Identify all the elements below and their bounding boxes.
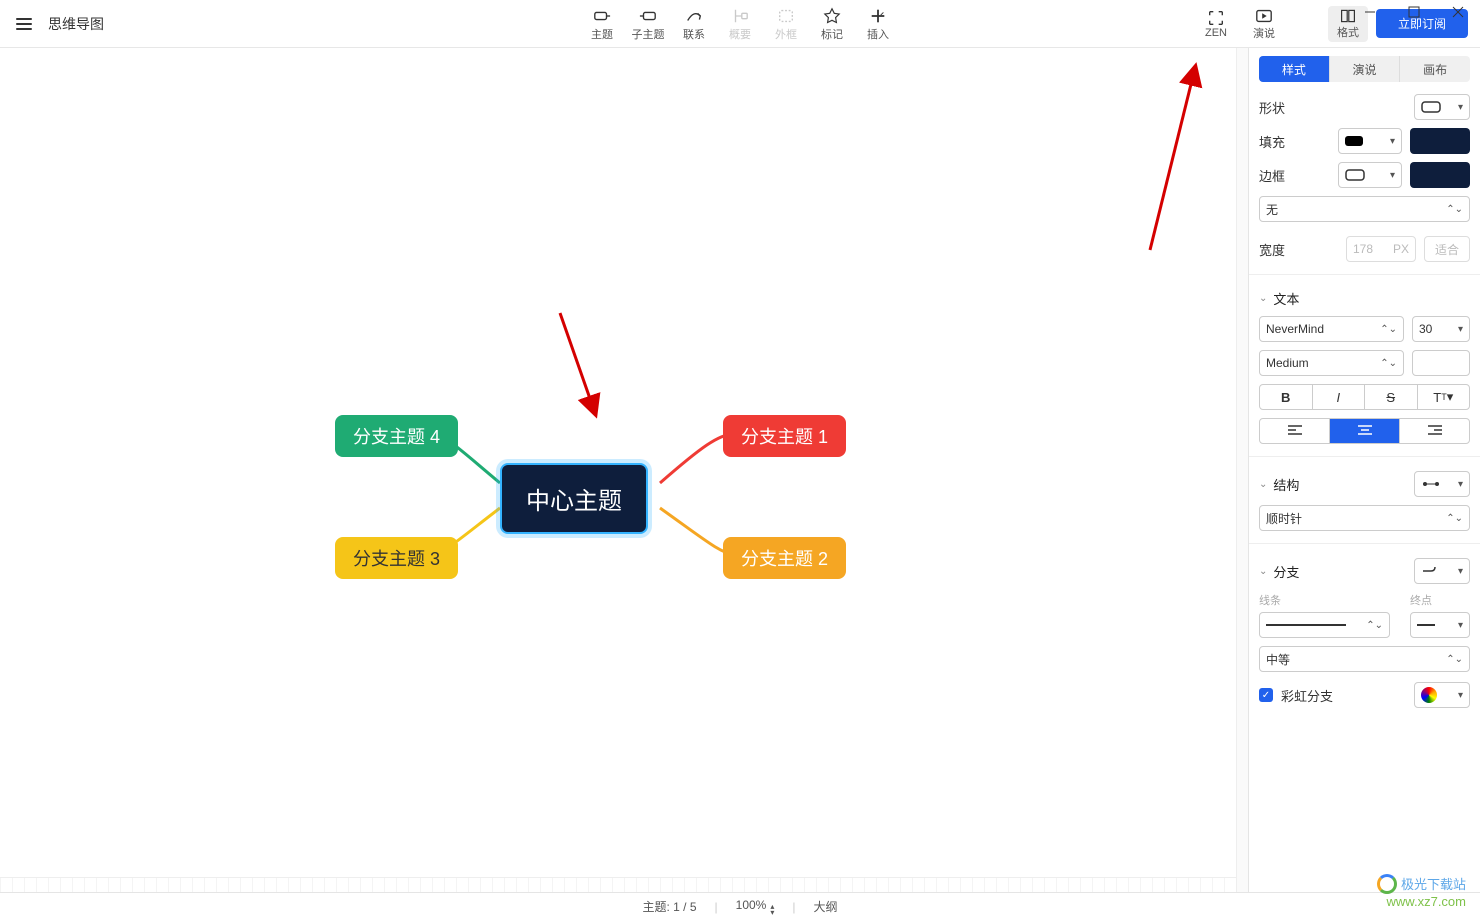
structure-direction-select[interactable]: 顺时针⌃⌄ [1259,505,1470,531]
rainbow-palette-select[interactable]: ▾ [1414,682,1470,708]
branch-topic-1[interactable]: 分支主题 1 [723,415,846,457]
insert-button[interactable]: 插入 [855,2,901,46]
rainbow-icon [1421,687,1437,703]
titlebar: 思维导图 主题 子主题 联系 概要 外框 标记 插入 ZEN 演说 格式 立即订… [0,0,1480,48]
rainbow-label: 彩虹分支 [1281,686,1333,705]
section-structure[interactable]: ⌄结构 ▾ [1259,471,1470,497]
align-group [1259,418,1470,444]
summary-button[interactable]: 概要 [717,2,763,46]
boundary-button[interactable]: 外框 [763,2,809,46]
section-text[interactable]: ⌄文本 [1259,289,1470,308]
maximize-button[interactable] [1392,0,1436,26]
statusbar: 主题: 1 / 5 | 100%▴▾ | 大纲 [0,892,1480,920]
menu-button[interactable] [0,15,48,33]
structure-icon-select[interactable]: ▾ [1414,471,1470,497]
fit-button[interactable]: 适合 [1424,236,1470,262]
zen-button[interactable]: ZEN [1196,2,1236,46]
font-size-select[interactable]: 30▾ [1412,316,1470,342]
branch-thickness-select[interactable]: 中等⌃⌄ [1259,646,1470,672]
align-right-button[interactable] [1400,419,1469,443]
panel-tabs: 样式 演说 画布 [1259,56,1470,82]
close-button[interactable] [1436,0,1480,26]
toolbar: 主题 子主题 联系 概要 外框 标记 插入 [579,2,901,46]
watermark: 极光下载站 www.xz7.com [1377,874,1466,910]
topic-button[interactable]: 主题 [579,2,625,46]
format-panel: 样式 演说 画布 形状 ▾ 填充 ▾ 边框 ▾ 无⌃⌄ 宽度 178PX 适合 [1248,48,1480,892]
bold-button[interactable]: B [1260,385,1313,409]
rainbow-checkbox[interactable]: ✓ [1259,688,1273,702]
font-weight-select[interactable]: Medium⌃⌄ [1259,350,1404,376]
tab-style[interactable]: 样式 [1259,56,1330,82]
branch-icon-select[interactable]: ▾ [1414,558,1470,584]
fill-color[interactable] [1410,128,1470,154]
textcase-button[interactable]: TT ▾ [1418,385,1470,409]
shape-select[interactable]: ▾ [1414,94,1470,120]
marker-button[interactable]: 标记 [809,2,855,46]
align-left-button[interactable] [1260,419,1330,443]
line-style-select[interactable]: ⌃⌄ [1259,612,1390,638]
branch-topic-3[interactable]: 分支主题 3 [335,537,458,579]
border-color[interactable] [1410,162,1470,188]
canvas[interactable]: 中心主题 分支主题 1 分支主题 2 分支主题 3 分支主题 4 [0,48,1236,892]
branch-topic-4[interactable]: 分支主题 4 [335,415,458,457]
width-input[interactable]: 178PX [1346,236,1416,262]
line-label: 线条 [1259,592,1390,608]
tab-pitch[interactable]: 演说 [1330,56,1401,82]
fill-label: 填充 [1259,132,1293,151]
pitch-button[interactable]: 演说 [1244,2,1284,46]
section-branch[interactable]: ⌄分支 ▾ [1259,558,1470,584]
minimize-button[interactable] [1348,0,1392,26]
border-swatch-select[interactable]: ▾ [1338,162,1402,188]
outline-toggle[interactable]: 大纲 [813,898,837,915]
font-color[interactable] [1412,350,1470,376]
shape-label: 形状 [1259,98,1293,117]
branch-topic-2[interactable]: 分支主题 2 [723,537,846,579]
window-controls [1348,0,1480,26]
italic-button[interactable]: I [1313,385,1366,409]
fill-swatch-select[interactable]: ▾ [1338,128,1402,154]
border-label: 边框 [1259,166,1293,185]
document-title: 思维导图 [48,14,104,34]
font-family-select[interactable]: NeverMind⌃⌄ [1259,316,1404,342]
endpoint-label: 终点 [1410,592,1470,608]
center-topic[interactable]: 中心主题 [500,463,648,534]
align-center-button[interactable] [1330,419,1400,443]
zoom-level[interactable]: 100%▴▾ [736,898,775,916]
endpoint-select[interactable]: ▾ [1410,612,1470,638]
tab-canvas[interactable]: 画布 [1400,56,1470,82]
border-style-select[interactable]: 无⌃⌄ [1259,196,1470,222]
topic-count: 主题: 1 / 5 [642,898,696,915]
relation-button[interactable]: 联系 [671,2,717,46]
width-label: 宽度 [1259,240,1293,259]
text-style-group: B I S TT ▾ [1259,384,1470,410]
vertical-scrollbar[interactable] [1236,48,1248,892]
watermark-logo-icon [1377,874,1397,894]
subtopic-button[interactable]: 子主题 [625,2,671,46]
strike-button[interactable]: S [1365,385,1418,409]
